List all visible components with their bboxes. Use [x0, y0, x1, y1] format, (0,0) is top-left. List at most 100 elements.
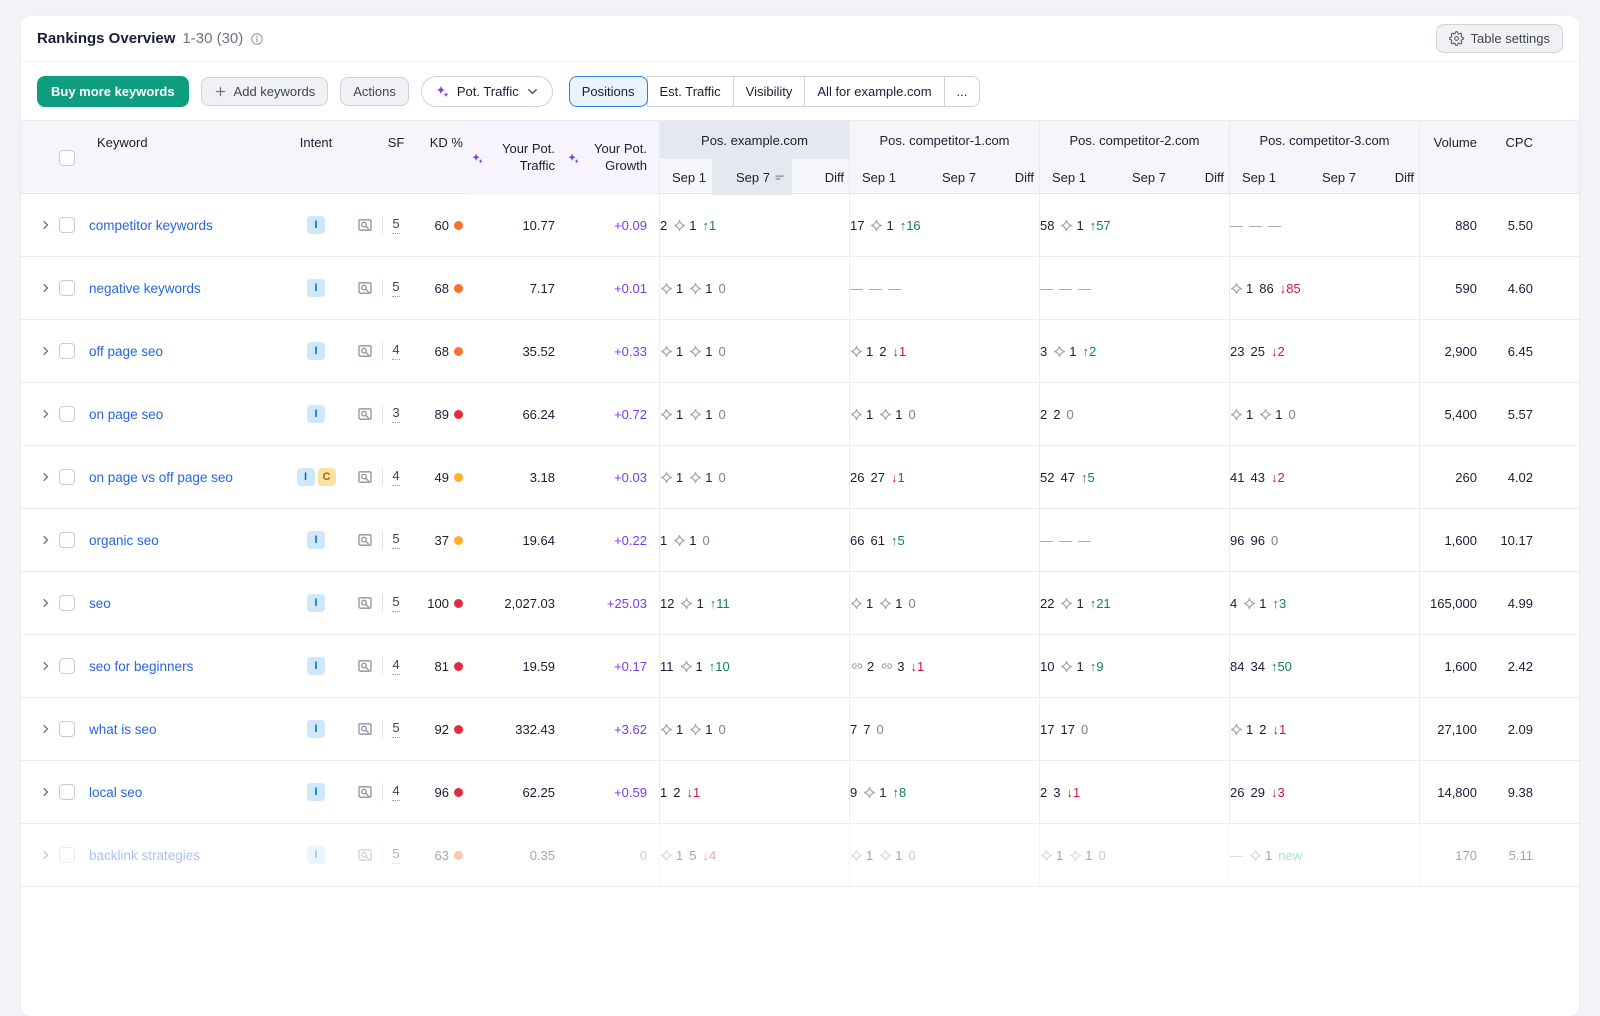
select-all-checkbox[interactable]: [59, 150, 75, 166]
column-header-keyword[interactable]: Keyword: [89, 121, 289, 195]
expand-row-button[interactable]: [33, 572, 59, 634]
add-keywords-button[interactable]: Add keywords: [201, 77, 329, 106]
tab-est-traffic[interactable]: Est. Traffic: [647, 76, 734, 107]
keyword-link[interactable]: off page seo: [89, 344, 163, 359]
serp-preview-icon[interactable]: [357, 406, 373, 422]
row-checkbox[interactable]: [59, 784, 75, 800]
row-checkbox[interactable]: [59, 343, 75, 359]
row-checkbox[interactable]: [59, 595, 75, 611]
serp-preview-icon[interactable]: [357, 469, 373, 485]
serp-preview-icon[interactable]: [357, 784, 373, 800]
subcolumn-diff[interactable]: Diff: [1362, 159, 1420, 195]
keyword-link[interactable]: local seo: [89, 785, 142, 800]
subcolumn-sep1[interactable]: Sep 1: [1040, 159, 1092, 195]
serp-preview-icon[interactable]: [357, 847, 373, 863]
column-header-intent[interactable]: Intent: [289, 121, 343, 195]
expand-row-button[interactable]: [33, 509, 59, 571]
serp-preview-icon[interactable]: [357, 658, 373, 674]
expand-row-button[interactable]: [33, 194, 59, 256]
serp-preview-icon[interactable]: [357, 280, 373, 296]
pot-traffic-cell: 332.43: [467, 698, 567, 760]
info-icon[interactable]: [250, 32, 264, 46]
row-checkbox[interactable]: [59, 280, 75, 296]
subcolumn-sep7[interactable]: Sep 7: [1282, 159, 1362, 195]
serp-features-count[interactable]: 3: [392, 405, 399, 422]
pot-growth-cell: +0.03: [567, 446, 659, 508]
actions-button[interactable]: Actions: [340, 77, 409, 106]
diff-zero: 0: [1271, 533, 1278, 548]
serp-features-count[interactable]: 4: [392, 783, 399, 800]
column-header-sf[interactable]: SF: [383, 121, 409, 195]
expand-row-button[interactable]: [33, 446, 59, 508]
subcolumn-sep7[interactable]: Sep 7: [902, 159, 982, 195]
column-header-cpc[interactable]: CPC: [1497, 121, 1579, 195]
position-value: 1: [866, 596, 873, 611]
keyword-cell: what is seo: [89, 698, 289, 760]
row-checkbox[interactable]: [59, 658, 75, 674]
expand-row-button[interactable]: [33, 698, 59, 760]
keyword-link[interactable]: on page vs off page seo: [89, 470, 233, 485]
tab-visibility[interactable]: Visibility: [733, 76, 806, 107]
keyword-link[interactable]: on page seo: [89, 407, 163, 422]
row-checkbox[interactable]: [59, 847, 75, 863]
column-header-kd[interactable]: KD %: [409, 121, 467, 195]
buy-more-keywords-button[interactable]: Buy more keywords: [37, 76, 189, 107]
subcolumn-sep1[interactable]: Sep 1: [850, 159, 902, 195]
subcolumn-sep1[interactable]: Sep 1: [1230, 159, 1282, 195]
serp-preview-icon[interactable]: [357, 532, 373, 548]
metric-dropdown[interactable]: Pot. Traffic: [421, 76, 553, 107]
tab-positions[interactable]: Positions: [569, 76, 648, 107]
serp-features-count[interactable]: 5: [392, 594, 399, 611]
metric-dropdown-label: Pot. Traffic: [457, 84, 519, 99]
column-header-volume[interactable]: Volume: [1419, 121, 1497, 195]
keyword-link[interactable]: what is seo: [89, 722, 157, 737]
subcolumn-sep7[interactable]: Sep 7: [1092, 159, 1172, 195]
serp-preview-icon[interactable]: [357, 595, 373, 611]
subcolumn-sep1[interactable]: Sep 1: [660, 159, 712, 195]
position-value: 47: [1060, 470, 1074, 485]
row-checkbox[interactable]: [59, 217, 75, 233]
serp-features-count[interactable]: 4: [392, 468, 399, 485]
row-checkbox[interactable]: [59, 532, 75, 548]
serp-features-count[interactable]: 5: [392, 216, 399, 233]
keyword-link[interactable]: seo for beginners: [89, 659, 193, 674]
subcolumn-sep7[interactable]: Sep 7: [712, 159, 792, 195]
table-row: seo for beginnersI48119.59+0.17111↑1023↓…: [21, 635, 1579, 698]
serp-preview-icon[interactable]: [357, 217, 373, 233]
keyword-link[interactable]: seo: [89, 596, 111, 611]
kd-cell: 68: [409, 257, 467, 319]
keyword-link[interactable]: negative keywords: [89, 281, 201, 296]
keyword-link[interactable]: backlink strategies: [89, 848, 200, 863]
serp-features-count[interactable]: 4: [392, 657, 399, 674]
keyword-link[interactable]: competitor keywords: [89, 218, 213, 233]
column-header-pot-growth[interactable]: Your Pot. Growth: [567, 121, 659, 195]
tab-all-for-example-com[interactable]: All for example.com: [804, 76, 944, 107]
table-settings-button[interactable]: Table settings: [1436, 24, 1564, 53]
serp-features-count[interactable]: 5: [392, 846, 399, 863]
serp-features-count[interactable]: 4: [392, 342, 399, 359]
expand-row-button[interactable]: [33, 320, 59, 382]
diff-zero: 0: [702, 533, 709, 548]
expand-row-button[interactable]: [33, 761, 59, 823]
expand-row-button[interactable]: [33, 257, 59, 319]
tab-more[interactable]: ...: [944, 76, 981, 107]
subcolumn-diff[interactable]: Diff: [1172, 159, 1230, 195]
expand-row-button[interactable]: [33, 824, 59, 886]
expand-row-button[interactable]: [33, 635, 59, 697]
serp-features-count[interactable]: 5: [392, 531, 399, 548]
row-checkbox[interactable]: [59, 469, 75, 485]
row-checkbox[interactable]: [59, 406, 75, 422]
serp-preview-icon[interactable]: [357, 721, 373, 737]
subcolumn-diff[interactable]: Diff: [792, 159, 850, 195]
serp-features-count[interactable]: 5: [392, 279, 399, 296]
expand-row-button[interactable]: [33, 383, 59, 445]
diff-up: ↑9: [1090, 659, 1104, 674]
serp-feature-icon: [1249, 849, 1262, 862]
serp-features-count[interactable]: 5: [392, 720, 399, 737]
pot-traffic-cell: 66.24: [467, 383, 567, 445]
serp-preview-icon[interactable]: [357, 343, 373, 359]
keyword-link[interactable]: organic seo: [89, 533, 159, 548]
subcolumn-diff[interactable]: Diff: [982, 159, 1040, 195]
row-checkbox[interactable]: [59, 721, 75, 737]
column-header-pot-traffic[interactable]: Your Pot. Traffic: [467, 121, 567, 195]
